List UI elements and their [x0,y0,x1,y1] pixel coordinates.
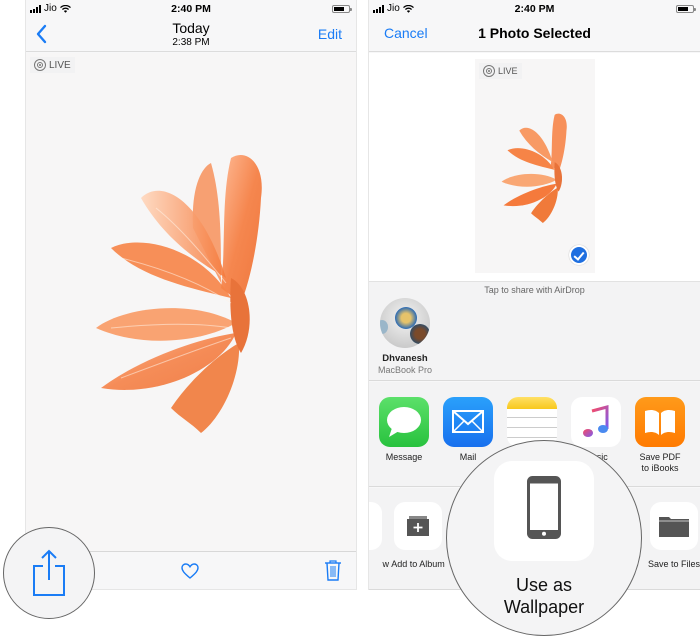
use-as-wallpaper-magnifier[interactable]: Use as Wallpaper [446,440,642,636]
nav-bar: Cancel 1 Photo Selected [369,18,700,52]
action-add-to-album[interactable]: Add to Album [387,502,449,569]
status-time: 2:40 PM [514,3,555,15]
folder-icon [650,502,698,550]
ibooks-icon [635,397,685,447]
page-title: 1 Photo Selected [478,25,591,41]
messages-icon [379,397,429,447]
selected-checkmark-icon[interactable] [569,245,589,265]
trash-icon[interactable] [324,559,342,581]
add-to-album-icon [394,502,442,550]
use-as-wallpaper-button[interactable] [494,461,594,561]
action-slideshow[interactable]: w [369,502,390,569]
airdrop-hint: Tap to share with AirDrop [484,285,585,295]
battery-icon [332,5,352,13]
betta-fish-image [96,154,262,433]
photo-preview-area: LIVE [369,53,700,281]
live-photo-icon [483,65,495,77]
page-title: Today [172,20,210,36]
page-subtitle: 2:38 PM [172,37,210,48]
action-label: Add to Album [391,559,445,569]
share-app-mail[interactable]: Mail [440,397,496,463]
app-label: Save PDF to iBooks [639,452,681,473]
mail-icon [443,397,493,447]
selected-photo-thumbnail[interactable]: LIVE [475,59,595,273]
live-label: LIVE [49,59,71,71]
photo[interactable]: LIVE [26,53,356,553]
wallpaper-icon [527,476,561,539]
status-bar: Jio 2:40 PM [26,0,356,18]
action-label: Save to Files [647,559,700,569]
share-app-message[interactable]: Message [376,397,432,463]
action-label: w [382,559,390,569]
live-label: LIVE [498,66,518,76]
status-bar: Jio 2:40 PM [369,0,700,18]
edit-button[interactable]: Edit [318,26,342,42]
share-button-magnifier[interactable] [3,527,95,619]
device-name: Dhvanesh [382,353,428,364]
status-time: 2:40 PM [171,3,211,15]
live-badge: LIVE [479,63,522,79]
device-type: MacBook Pro [377,365,433,375]
battery-icon [676,5,696,13]
betta-fish-image [501,113,567,224]
live-photo-icon [34,59,46,71]
share-app-ibooks[interactable]: Save PDF to iBooks [632,397,688,474]
use-as-wallpaper-label: Use as Wallpaper [503,575,585,617]
airdrop-section: Tap to share with AirDrop Dhvanesh MacBo… [369,281,700,381]
airdrop-device[interactable]: Dhvanesh MacBook Pro [377,298,433,375]
action-save-to-files[interactable]: Save to Files [643,502,700,569]
music-icon [571,397,621,447]
app-label: Message [385,452,423,462]
slideshow-icon [369,502,382,550]
heart-icon[interactable] [180,561,200,581]
live-badge: LIVE [30,57,75,73]
airdrop-device-avatar [380,298,430,348]
share-icon[interactable] [31,548,67,598]
nav-bar: Today 2:38 PM Edit [26,18,356,52]
photo-viewer-screen: Jio 2:40 PM Today 2:38 PM Edit LIVE [25,0,357,590]
